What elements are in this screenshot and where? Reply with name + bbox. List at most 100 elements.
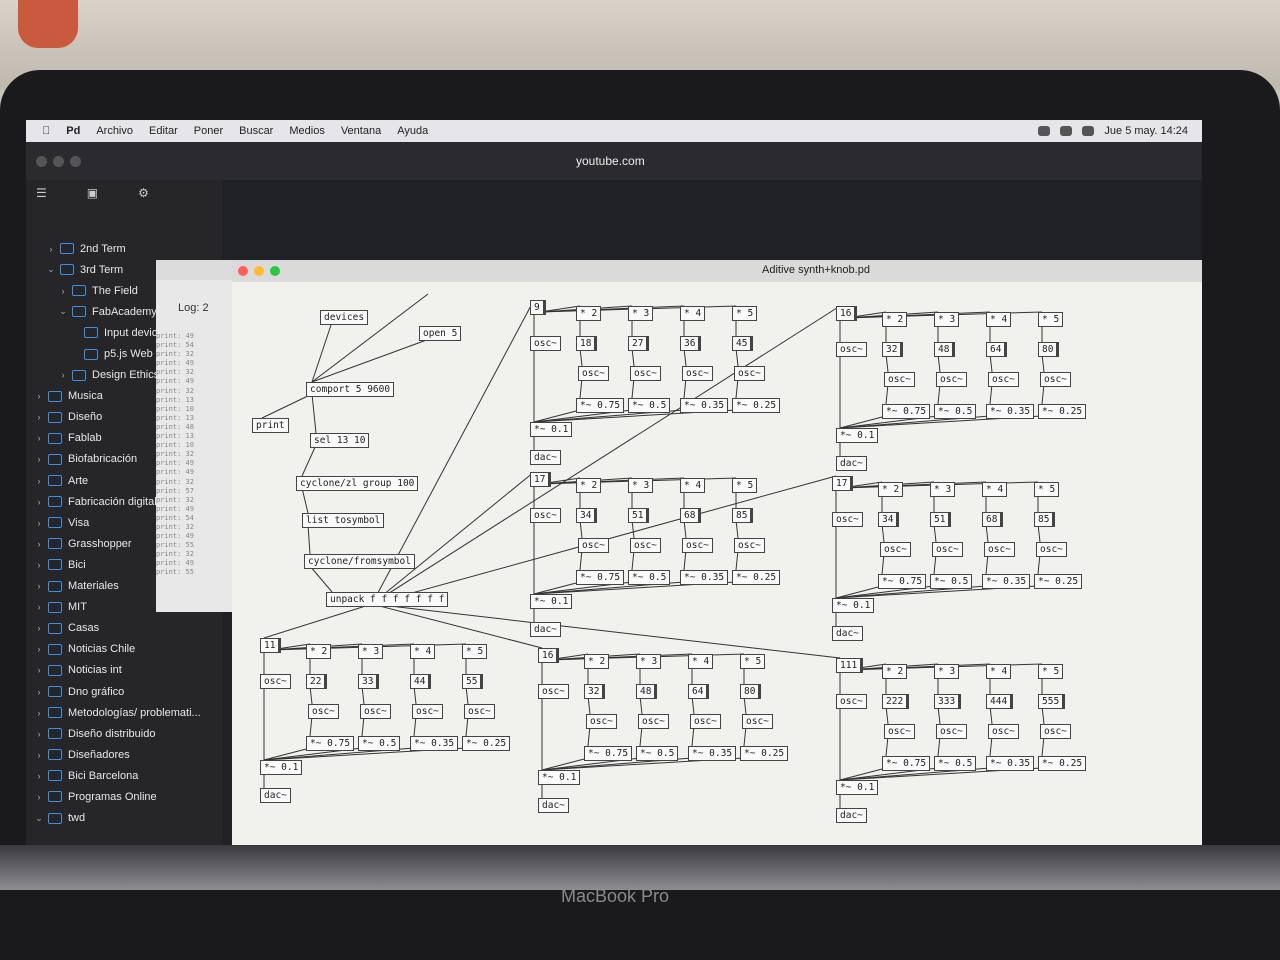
gain-object[interactable]: *~ 0.25 — [732, 570, 781, 585]
multiply-object[interactable]: * 5 — [740, 654, 766, 669]
chevron-down-icon[interactable]: ⌄ — [34, 813, 44, 824]
osc-object[interactable]: osc~ — [734, 538, 765, 553]
chevron-right-icon[interactable]: › — [34, 560, 44, 570]
gain-object[interactable]: *~ 0.35 — [680, 398, 729, 413]
chevron-right-icon[interactable]: › — [46, 244, 56, 254]
number-box-harmonic[interactable]: 555 — [1038, 694, 1066, 709]
number-box-harmonic[interactable]: 333 — [934, 694, 962, 709]
number-box-base[interactable]: 17 — [832, 476, 854, 491]
chevron-right-icon[interactable]: › — [58, 370, 68, 380]
number-box-base[interactable]: 111 — [836, 658, 864, 673]
menu-ayuda[interactable]: Ayuda — [397, 125, 428, 137]
multiply-object[interactable]: * 5 — [732, 306, 758, 321]
multiply-object[interactable]: * 3 — [636, 654, 662, 669]
battery-icon[interactable] — [1060, 126, 1073, 136]
obj-zl-group[interactable]: cyclone/zl group 100 — [296, 476, 419, 491]
number-box-harmonic[interactable]: 44 — [410, 674, 432, 689]
number-box-harmonic[interactable]: 22 — [306, 674, 328, 689]
osc-object[interactable]: osc~ — [260, 674, 291, 689]
multiply-object[interactable]: * 4 — [688, 654, 714, 669]
menu-editar[interactable]: Editar — [149, 125, 178, 137]
menu-medios[interactable]: Medios — [289, 125, 324, 137]
multiply-object[interactable]: * 5 — [1034, 482, 1060, 497]
gain-object[interactable]: *~ 0.35 — [680, 570, 729, 585]
gain-object[interactable]: *~ 0.35 — [986, 404, 1035, 419]
number-box-base[interactable]: 17 — [530, 472, 552, 487]
number-box-harmonic[interactable]: 45 — [732, 336, 754, 351]
gain-object[interactable]: *~ 0.5 — [628, 570, 671, 585]
osc-object[interactable]: osc~ — [884, 372, 915, 387]
sidebar-item[interactable]: › Programas Online — [26, 786, 222, 807]
dac-object[interactable]: dac~ — [530, 622, 561, 637]
number-box-harmonic[interactable]: 27 — [628, 336, 650, 351]
osc-object[interactable]: osc~ — [630, 538, 661, 553]
osc-object[interactable]: osc~ — [538, 684, 569, 699]
osc-object[interactable]: osc~ — [936, 372, 967, 387]
gain-object[interactable]: *~ 0.25 — [1038, 404, 1087, 419]
gain-object[interactable]: *~ 0.5 — [628, 398, 671, 413]
menu-buscar[interactable]: Buscar — [239, 125, 273, 137]
sidebar-item[interactable]: › Casas — [26, 618, 222, 639]
osc-object[interactable]: osc~ — [988, 724, 1019, 739]
number-box-harmonic[interactable]: 51 — [628, 508, 650, 523]
menu-ventana[interactable]: Ventana — [341, 125, 381, 137]
zoom-icon[interactable] — [270, 266, 280, 276]
osc-object[interactable]: osc~ — [836, 694, 867, 709]
master-gain-object[interactable]: *~ 0.1 — [530, 594, 573, 609]
number-box-harmonic[interactable]: 48 — [636, 684, 658, 699]
menu-archivo[interactable]: Archivo — [96, 125, 133, 137]
number-box-harmonic[interactable]: 85 — [732, 508, 754, 523]
osc-object[interactable]: osc~ — [682, 366, 713, 381]
multiply-object[interactable]: * 4 — [982, 482, 1008, 497]
number-box-harmonic[interactable]: 32 — [882, 342, 904, 357]
multiply-object[interactable]: * 5 — [1038, 664, 1064, 679]
chevron-right-icon[interactable]: › — [34, 412, 44, 422]
url-field[interactable]: youtube.com — [576, 154, 645, 168]
multiply-object[interactable]: * 4 — [410, 644, 436, 659]
number-box-harmonic[interactable]: 64 — [986, 342, 1008, 357]
gain-object[interactable]: *~ 0.5 — [636, 746, 679, 761]
chevron-right-icon[interactable]: › — [34, 665, 44, 675]
multiply-object[interactable]: * 2 — [878, 482, 904, 497]
dac-object[interactable]: dac~ — [836, 808, 867, 823]
master-gain-object[interactable]: *~ 0.1 — [836, 428, 879, 443]
master-gain-object[interactable]: *~ 0.1 — [260, 760, 303, 775]
obj-print[interactable]: print — [252, 418, 289, 433]
chevron-right-icon[interactable]: › — [34, 750, 44, 760]
multiply-object[interactable]: * 4 — [680, 478, 706, 493]
multiply-object[interactable]: * 2 — [882, 664, 908, 679]
obj-fromsymbol[interactable]: cyclone/fromsymbol — [304, 554, 415, 569]
multiply-object[interactable]: * 2 — [576, 478, 602, 493]
obj-devices[interactable]: devices — [320, 310, 369, 325]
multiply-object[interactable]: * 2 — [882, 312, 908, 327]
library-icon[interactable]: ☰ — [36, 186, 47, 210]
multiply-object[interactable]: * 2 — [584, 654, 610, 669]
dac-object[interactable]: dac~ — [836, 456, 867, 471]
gain-object[interactable]: *~ 0.75 — [882, 756, 931, 771]
sidebar-item[interactable]: ⌄ twd — [26, 808, 222, 829]
number-box-harmonic[interactable]: 80 — [1038, 342, 1060, 357]
gain-object[interactable]: *~ 0.35 — [986, 756, 1035, 771]
osc-object[interactable]: osc~ — [630, 366, 661, 381]
gain-object[interactable]: *~ 0.75 — [878, 574, 927, 589]
osc-object[interactable]: osc~ — [690, 714, 721, 729]
dac-object[interactable]: dac~ — [538, 798, 569, 813]
sidebar-item[interactable]: › Dno gráfico — [26, 681, 222, 702]
multiply-object[interactable]: * 4 — [986, 664, 1012, 679]
gain-object[interactable]: *~ 0.75 — [584, 746, 633, 761]
sidebar-item[interactable]: › Bici Barcelona — [26, 765, 222, 786]
apple-icon[interactable]:  — [42, 125, 50, 137]
chevron-right-icon[interactable]: › — [34, 687, 44, 697]
number-box-base[interactable]: 16 — [538, 648, 560, 663]
obj-open[interactable]: open 5 — [419, 326, 462, 341]
wifi-icon[interactable] — [1038, 126, 1051, 136]
multiply-object[interactable]: * 5 — [732, 478, 758, 493]
number-box-harmonic[interactable]: 51 — [930, 512, 952, 527]
master-gain-object[interactable]: *~ 0.1 — [530, 422, 573, 437]
osc-object[interactable]: osc~ — [742, 714, 773, 729]
chevron-right-icon[interactable]: › — [34, 391, 44, 401]
multiply-object[interactable]: * 3 — [628, 306, 654, 321]
number-box-harmonic[interactable]: 34 — [576, 508, 598, 523]
chevron-right-icon[interactable]: › — [58, 286, 68, 296]
osc-object[interactable]: osc~ — [988, 372, 1019, 387]
